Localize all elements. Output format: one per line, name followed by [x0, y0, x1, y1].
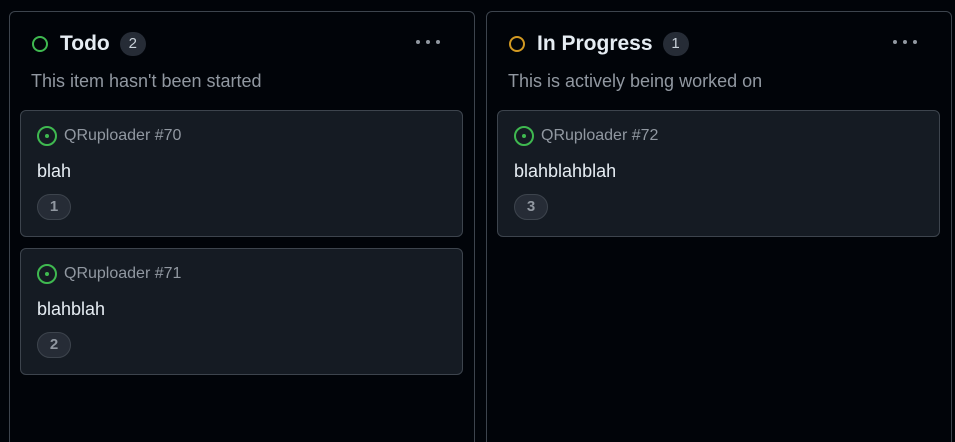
column-todo: Todo 2 This item hasn't been started QRu…	[9, 11, 475, 442]
issue-opened-icon	[514, 126, 534, 146]
column-title: Todo	[60, 32, 110, 55]
card-number-badge: 2	[37, 332, 71, 358]
card-title[interactable]: blahblahblah	[514, 161, 616, 182]
card-reference: QRuploader #70	[37, 126, 181, 146]
card-reference: QRuploader #72	[514, 126, 658, 146]
column-header: In Progress 1	[509, 32, 689, 56]
issue-opened-icon	[37, 126, 57, 146]
project-board: Todo 2 This item hasn't been started QRu…	[0, 0, 955, 442]
issue-card[interactable]: QRuploader #72 blahblahblah 3	[497, 110, 940, 237]
column-count-badge: 1	[662, 32, 689, 56]
issue-card[interactable]: QRuploader #70 blah 1	[20, 110, 463, 237]
card-title[interactable]: blahblah	[37, 299, 105, 320]
kebab-horizontal-icon	[893, 40, 897, 44]
card-number-badge: 1	[37, 194, 71, 220]
issue-opened-icon	[37, 264, 57, 284]
column-title: In Progress	[537, 32, 653, 55]
status-circle-icon	[32, 36, 48, 52]
column-menu-button[interactable]	[893, 35, 917, 49]
column-count-badge: 2	[119, 32, 146, 56]
status-circle-icon	[509, 36, 525, 52]
card-reference: QRuploader #71	[37, 264, 181, 284]
card-title[interactable]: blah	[37, 161, 71, 182]
issue-card[interactable]: QRuploader #71 blahblah 2	[20, 248, 463, 375]
card-repo-ref[interactable]: QRuploader #72	[541, 127, 658, 145]
card-repo-ref[interactable]: QRuploader #70	[64, 127, 181, 145]
kebab-horizontal-icon	[416, 40, 420, 44]
card-repo-ref[interactable]: QRuploader #71	[64, 265, 181, 283]
column-header: Todo 2	[32, 32, 146, 56]
column-description: This item hasn't been started	[31, 71, 262, 91]
column-description: This is actively being worked on	[508, 71, 763, 91]
card-number-badge: 3	[514, 194, 548, 220]
column-menu-button[interactable]	[416, 35, 440, 49]
column-in-progress: In Progress 1 This is actively being wor…	[486, 11, 952, 442]
